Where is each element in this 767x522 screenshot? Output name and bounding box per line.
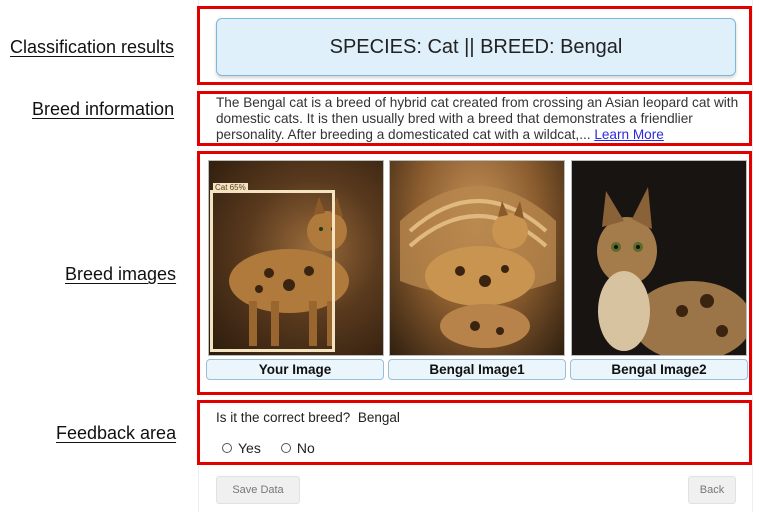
annotation-box-classification — [197, 6, 752, 85]
annotation-breed-images: Breed images — [65, 264, 177, 284]
annotation-breed-information: Breed information — [32, 99, 175, 119]
page: Classification results Breed information… — [0, 0, 767, 522]
annotation-box-breed-images — [197, 151, 752, 395]
annotation-box-feedback — [197, 400, 752, 465]
back-button[interactable]: Back — [688, 476, 736, 504]
annotation-box-breed-info — [197, 91, 752, 146]
save-data-button[interactable]: Save Data — [216, 476, 300, 504]
annotation-classification-results: Classification results — [10, 37, 175, 57]
annotation-feedback-area: Feedback area — [56, 423, 177, 443]
